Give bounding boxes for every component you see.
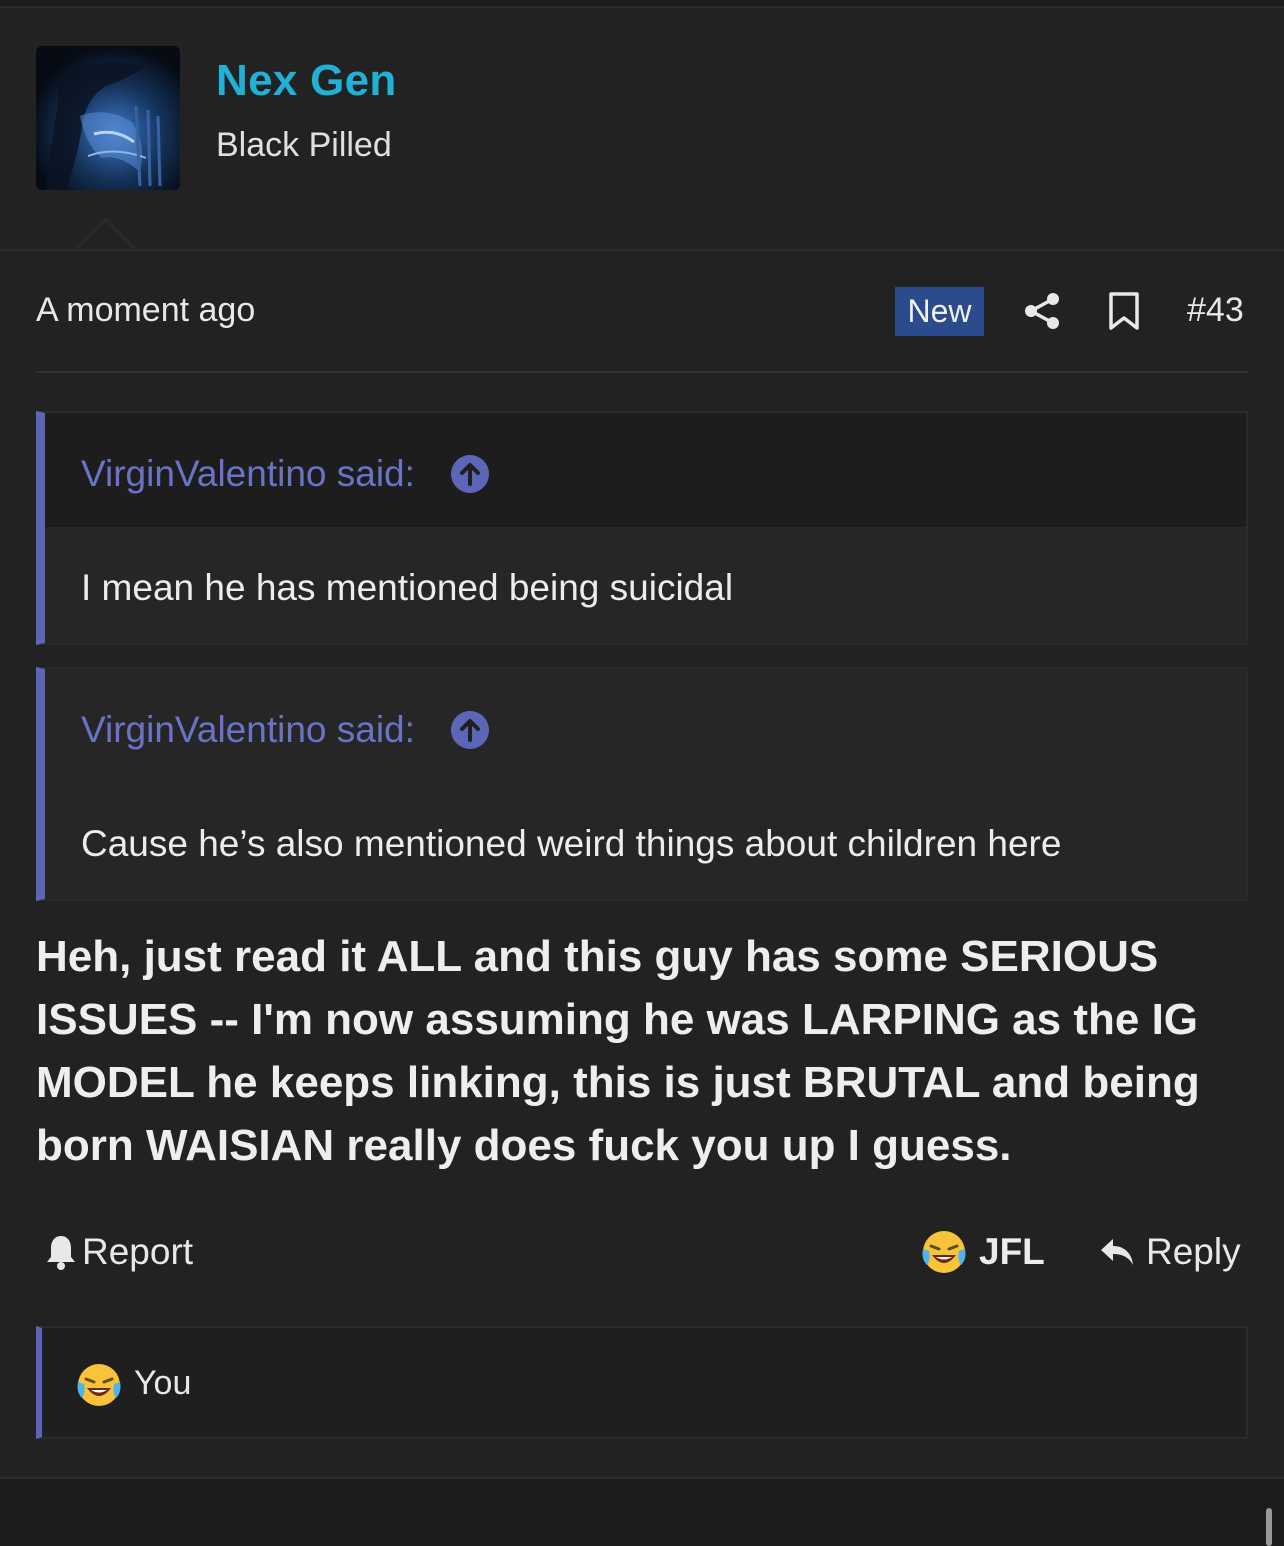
reaction-button[interactable]: JFL bbox=[921, 1229, 1045, 1275]
arrow-up-icon[interactable] bbox=[451, 711, 489, 749]
meta-divider bbox=[36, 371, 1248, 373]
reaction-users[interactable]: You bbox=[134, 1364, 191, 1403]
quote-header: VirginValentino said: bbox=[45, 413, 1246, 527]
username[interactable]: Nex Gen bbox=[216, 56, 397, 106]
quote-block: VirginValentino said: Cause he’s also me… bbox=[36, 667, 1248, 901]
bell-icon bbox=[47, 1236, 75, 1270]
reaction-label: JFL bbox=[979, 1231, 1045, 1272]
quote-attribution[interactable]: VirginValentino said: bbox=[81, 709, 415, 751]
post-author-header: Nex Gen Black Pilled bbox=[0, 8, 1284, 250]
arrow-up-icon[interactable] bbox=[451, 455, 489, 493]
bottom-divider bbox=[0, 1477, 1284, 1479]
post-number-link[interactable]: #43 bbox=[1187, 291, 1244, 330]
new-badge: New bbox=[895, 287, 984, 336]
reply-label: Reply bbox=[1146, 1231, 1241, 1272]
thread-page: Nex Gen Black Pilled A moment ago New #4… bbox=[0, 0, 1284, 1546]
quote-text: Cause he’s also mentioned weird things a… bbox=[81, 823, 1062, 864]
share-icon[interactable] bbox=[1022, 291, 1062, 331]
reply-button[interactable]: Reply bbox=[1098, 1231, 1241, 1273]
avatar[interactable] bbox=[36, 46, 180, 190]
laughing-crying-emoji-icon bbox=[922, 1231, 966, 1273]
post-message: Heh, just read it ALL and this guy has s… bbox=[36, 932, 1200, 1170]
reactions-bar[interactable]: You bbox=[36, 1326, 1248, 1439]
quote-text: I mean he has mentioned being suicidal bbox=[81, 567, 734, 608]
bookmark-icon[interactable] bbox=[1107, 291, 1141, 331]
reply-arrow-icon bbox=[1101, 1239, 1133, 1265]
user-title: Black Pilled bbox=[216, 126, 392, 164]
report-label: Report bbox=[82, 1231, 194, 1272]
scrollbar[interactable] bbox=[1266, 1508, 1272, 1546]
quote-attribution[interactable]: VirginValentino said: bbox=[81, 453, 415, 495]
report-button[interactable]: Report bbox=[44, 1231, 193, 1273]
quote-header: VirginValentino said: bbox=[45, 669, 1246, 783]
post-body: A moment ago New #43 VirginValentino sai… bbox=[0, 251, 1284, 1477]
laughing-crying-emoji-icon bbox=[77, 1364, 121, 1406]
post-timestamp[interactable]: A moment ago bbox=[36, 291, 255, 330]
quote-block: VirginValentino said: I mean he has ment… bbox=[36, 411, 1248, 645]
